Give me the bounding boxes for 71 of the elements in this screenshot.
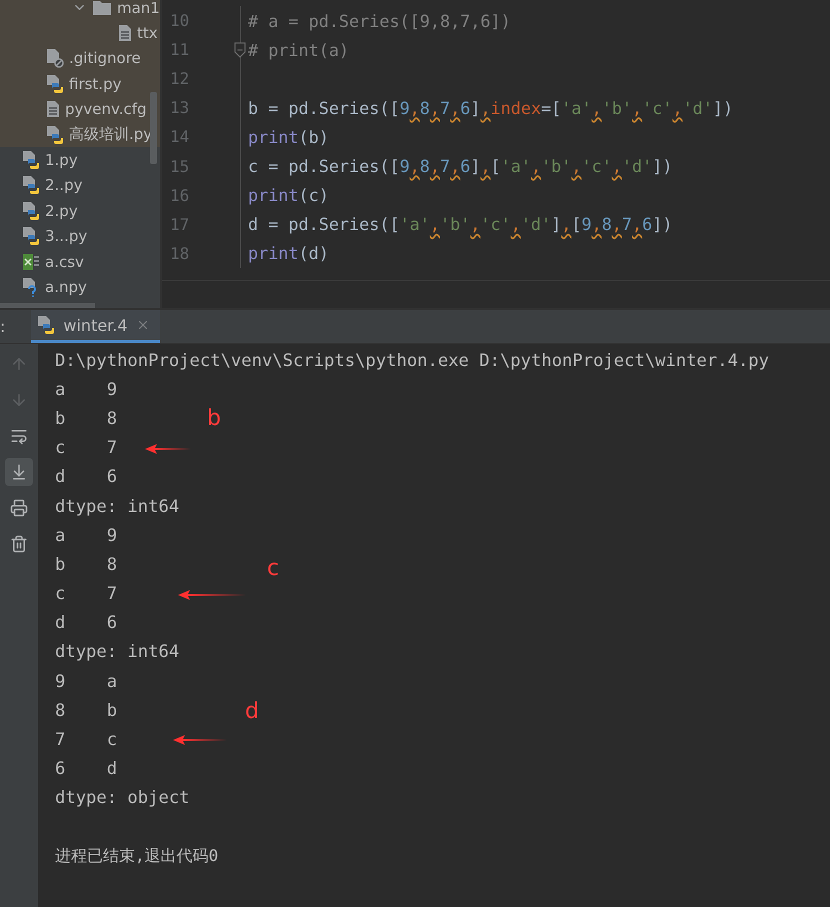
python-file-icon <box>22 226 40 246</box>
annotation-label: c <box>267 556 280 580</box>
print-icon <box>10 499 28 517</box>
code-line: print(c) <box>247 185 329 206</box>
folder-icon <box>92 0 112 16</box>
tree-item[interactable]: 高级培训.py <box>69 125 152 144</box>
console-line: 8 b <box>55 700 118 721</box>
line-number: 14 <box>170 127 190 146</box>
scroll-icon <box>10 463 28 481</box>
scrollbar[interactable] <box>0 303 95 308</box>
console-line: 进程已结束,退出代码0 <box>55 846 218 868</box>
python-file-icon <box>46 74 64 94</box>
annotation-label: b <box>207 406 221 431</box>
python-file-icon <box>22 150 40 170</box>
line-number: 18 <box>170 244 190 263</box>
console-line: a 9 <box>55 380 118 400</box>
console-line: c 7 <box>55 584 118 604</box>
console-line: a 9 <box>55 526 118 546</box>
tree-item[interactable]: .gitignore <box>69 49 141 68</box>
scroll-to-end-button[interactable] <box>5 458 33 486</box>
trash-icon <box>10 535 28 553</box>
tree-item[interactable]: a.npy <box>45 278 87 296</box>
console-line: D:\pythonProject\venv\Scripts\python.exe D:\pythonProject\winter.4.py <box>55 350 769 371</box>
console-line: 6 d <box>55 759 118 780</box>
run-tab[interactable]: winter.4 <box>31 310 160 343</box>
console-line: 9 a <box>55 672 118 692</box>
tree-item[interactable]: 1.py <box>45 151 78 170</box>
code-line: b = pd.Series([9,8,7,6],index=['a','b','c','d']) <box>247 98 734 118</box>
console-line: d 6 <box>55 467 118 488</box>
line-number: 12 <box>170 69 190 88</box>
console-line: b 8 <box>55 408 118 429</box>
console-line: b 8 <box>55 554 118 575</box>
annotation-label: d <box>245 699 259 724</box>
line-number: 13 <box>170 98 190 118</box>
line-number: 17 <box>170 214 190 234</box>
python-file-icon <box>37 315 56 335</box>
scrollbar[interactable] <box>150 92 157 164</box>
code-line: # a = pd.Series([9,8,7,6]) <box>247 10 511 31</box>
console-line: dtype: object <box>55 788 190 808</box>
console-line: dtype: int64 <box>55 642 180 662</box>
tree-item[interactable]: pyvenv.cfg <box>65 100 147 118</box>
console-line: 7 c <box>55 730 118 750</box>
python-file-icon <box>46 124 64 145</box>
tree-item[interactable]: first.py <box>69 74 122 93</box>
tree-item[interactable]: 2..py <box>45 176 82 194</box>
code-line: d = pd.Series(['a','b','c','d'],[9,8,7,6]) <box>247 214 672 234</box>
wrap-icon <box>10 427 28 445</box>
spreadsheet-icon <box>22 252 40 271</box>
code-line: c = pd.Series([9,8,7,6],['a','b','c','d']) <box>247 156 672 176</box>
code-line: print(d) <box>247 243 329 264</box>
line-number: 16 <box>170 186 190 205</box>
line-number: 10 <box>170 11 190 30</box>
tree-item[interactable]: a.csv <box>45 252 84 271</box>
code-line: print(b) <box>247 126 329 147</box>
line-number: 11 <box>170 40 190 60</box>
tree-item[interactable]: 2.py <box>45 202 78 220</box>
tree-item[interactable]: 3...py <box>45 227 88 246</box>
ignored-file-icon <box>46 48 64 68</box>
python-file-icon <box>22 175 40 196</box>
console-line: dtype: int64 <box>55 496 180 517</box>
console-line: d 6 <box>55 613 118 634</box>
console-line: c 7 <box>55 438 118 458</box>
fold-icon[interactable] <box>234 42 246 58</box>
tree-item[interactable]: ttx <box>137 24 158 42</box>
document-icon <box>46 100 60 118</box>
line-number: 15 <box>170 156 190 176</box>
tree-item[interactable]: man1 <box>117 0 160 17</box>
panel-label: : <box>0 317 6 336</box>
document-icon <box>118 24 132 42</box>
python-file-icon <box>22 200 40 221</box>
code-line: # print(a) <box>247 40 350 60</box>
